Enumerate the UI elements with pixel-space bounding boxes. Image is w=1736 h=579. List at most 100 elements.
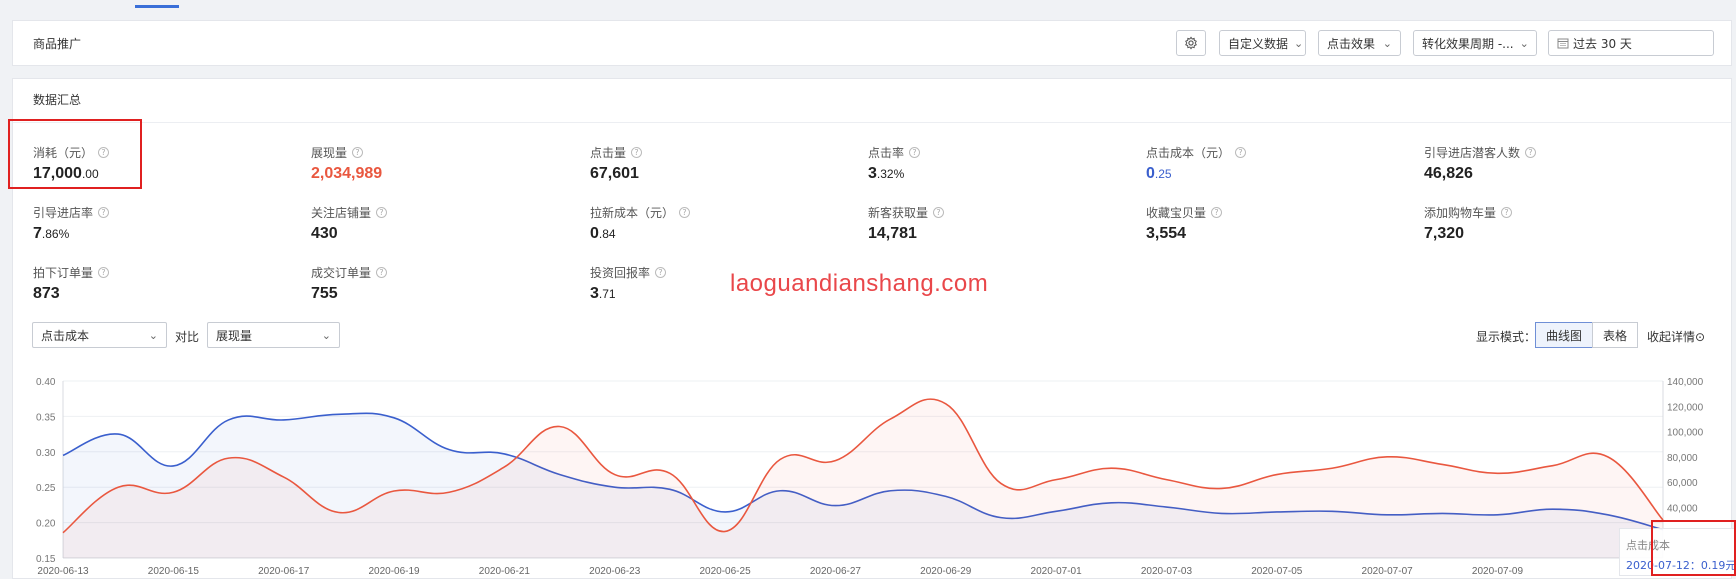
metric1-select[interactable]: 点击成本 ⌄	[32, 322, 167, 348]
mode-curve-button[interactable]: 曲线图	[1535, 322, 1593, 348]
metric1-label: 点击成本	[41, 328, 90, 343]
x-axis-tick: 2020-06-23	[589, 566, 641, 577]
metric-value: 7.86%	[33, 225, 70, 242]
right-axis-tick: 40,000	[1667, 503, 1698, 514]
chevron-down-icon: ⌄	[1382, 36, 1392, 50]
right-axis-tick: 140,000	[1667, 377, 1704, 388]
help-icon[interactable]: ?	[679, 207, 691, 218]
metric-value: 873	[33, 285, 60, 302]
collapse-details-button[interactable]: 收起详情⊙	[1647, 328, 1705, 345]
metric-item: 点击率? 3.32%	[868, 144, 921, 183]
metric-item: 收藏宝贝量? 3,554	[1146, 204, 1223, 243]
gear-icon	[1185, 36, 1197, 50]
help-icon[interactable]: ?	[933, 207, 945, 218]
date-range-label: 过去 30 天	[1573, 36, 1632, 51]
help-icon[interactable]: ?	[376, 267, 388, 278]
metric-item: 投资回报率? 3.71	[590, 264, 667, 303]
collapse-icon: ⊙	[1695, 330, 1706, 344]
page-title: 商品推广	[33, 37, 82, 51]
right-axis-tick: 60,000	[1667, 478, 1698, 489]
date-range-picker[interactable]: 过去 30 天	[1548, 30, 1714, 56]
x-axis-tick: 2020-06-29	[920, 566, 972, 577]
help-icon[interactable]: ?	[1211, 207, 1223, 218]
help-icon[interactable]: ?	[352, 147, 364, 158]
help-icon[interactable]: ?	[631, 147, 643, 158]
metric-label: 点击量?	[590, 144, 643, 161]
click-effect-label: 点击效果	[1327, 36, 1376, 51]
metric-label: 添加购物车量?	[1424, 204, 1513, 221]
metric-label: 点击成本（元）?	[1146, 144, 1247, 161]
metric-value: 3,554	[1146, 225, 1187, 242]
left-axis-tick: 0.15	[36, 554, 56, 565]
x-axis-tick: 2020-07-03	[1141, 566, 1193, 577]
metric-label: 引导进店率?	[33, 204, 110, 221]
x-axis-tick: 2020-06-25	[699, 566, 751, 577]
metric-label: 引导进店潜客人数?	[1424, 144, 1537, 161]
custom-data-dropdown[interactable]: 自定义数据 ⌄	[1219, 30, 1306, 56]
metric-item: 拉新成本（元）? 0.84	[590, 204, 691, 243]
right-axis-tick: 120,000	[1667, 402, 1704, 413]
metric-item: 展现量? 2,034,989	[311, 144, 382, 183]
left-axis-tick: 0.25	[36, 483, 56, 494]
help-icon[interactable]: ?	[1235, 147, 1247, 158]
metric-value: 2,034,989	[311, 165, 383, 182]
metric-label: 拉新成本（元）?	[590, 204, 691, 221]
metric-label: 收藏宝贝量?	[1146, 204, 1223, 221]
collapse-label: 收起详情	[1647, 330, 1696, 344]
right-axis-tick: 100,000	[1667, 428, 1704, 439]
trend-chart: 0.40 0.35 0.30 0.25 0.20 0.15 140,000 120,000 10…	[36, 377, 1704, 577]
left-axis-tick: 0.20	[36, 519, 56, 530]
metric-value: 3.32%	[868, 165, 905, 182]
x-axis-tick: 2020-07-09	[1472, 566, 1524, 577]
help-icon[interactable]: ?	[909, 147, 921, 158]
settings-button[interactable]	[1176, 30, 1206, 56]
help-icon[interactable]: ?	[98, 267, 110, 278]
metric-value: 0.25	[1146, 165, 1172, 182]
metric-item: 成交订单量? 755	[311, 264, 388, 303]
conversion-period-dropdown[interactable]: 转化效果周期 -... ⌄	[1413, 30, 1537, 56]
mode-table-button[interactable]: 表格	[1592, 322, 1638, 348]
x-axis-tick: 2020-07-05	[1251, 566, 1303, 577]
metric-label: 拍下订单量?	[33, 264, 110, 281]
conversion-period-label: 转化效果周期 -...	[1422, 36, 1514, 51]
metric-value: 14,781	[868, 225, 917, 242]
display-mode-label: 显示模式：	[1476, 330, 1537, 344]
metric-item: 点击成本（元）? 0.25	[1146, 144, 1247, 183]
summary-title: 数据汇总	[33, 93, 82, 107]
x-axis-tick: 2020-06-27	[810, 566, 862, 577]
x-axis-tick: 2020-06-19	[368, 566, 420, 577]
watermark-text: laoguandianshang.com	[730, 270, 989, 297]
metric-item: 新客获取量? 14,781	[868, 204, 945, 243]
help-icon[interactable]: ?	[98, 207, 110, 218]
metric-value: 755	[311, 285, 338, 302]
active-tab-indicator	[135, 5, 179, 8]
x-axis-tick: 2020-06-15	[148, 566, 200, 577]
top-tab-strip	[0, 0, 1736, 10]
metric-label: 成交订单量?	[311, 264, 388, 281]
help-icon[interactable]: ?	[1501, 207, 1513, 218]
metric-item: 拍下订单量? 873	[33, 264, 110, 303]
help-icon[interactable]: ?	[376, 207, 388, 218]
x-axis-tick: 2020-07-01	[1031, 566, 1083, 577]
metric2-select[interactable]: 展现量 ⌄	[207, 322, 340, 348]
highlight-box-spend	[8, 119, 142, 189]
metric-label: 新客获取量?	[868, 204, 945, 221]
help-icon[interactable]: ?	[1525, 147, 1537, 158]
custom-data-label: 自定义数据	[1228, 36, 1289, 51]
left-axis-tick: 0.35	[36, 412, 56, 423]
chevron-down-icon: ⌄	[1519, 36, 1529, 50]
click-effect-dropdown[interactable]: 点击效果 ⌄	[1318, 30, 1401, 56]
metric-label: 投资回报率?	[590, 264, 667, 281]
help-icon[interactable]: ?	[655, 267, 667, 278]
x-axis-tick: 2020-07-07	[1362, 566, 1414, 577]
x-axis-tick: 2020-06-13	[37, 566, 89, 577]
metric-item: 引导进店率? 7.86%	[33, 204, 110, 243]
metric-item: 点击量? 67,601	[590, 144, 643, 183]
metric2-label: 展现量	[216, 328, 253, 343]
left-axis-tick: 0.40	[36, 377, 56, 388]
highlight-box-tooltip	[1651, 520, 1736, 576]
promotion-header-card: 商品推广 自定义数据 ⌄ 点击效果 ⌄ 转化效果周期 -... ⌄ 过去 30 …	[12, 20, 1732, 66]
metric-value: 430	[311, 225, 338, 242]
metric-item: 引导进店潜客人数? 46,826	[1424, 144, 1537, 183]
right-axis-tick: 80,000	[1667, 453, 1698, 464]
